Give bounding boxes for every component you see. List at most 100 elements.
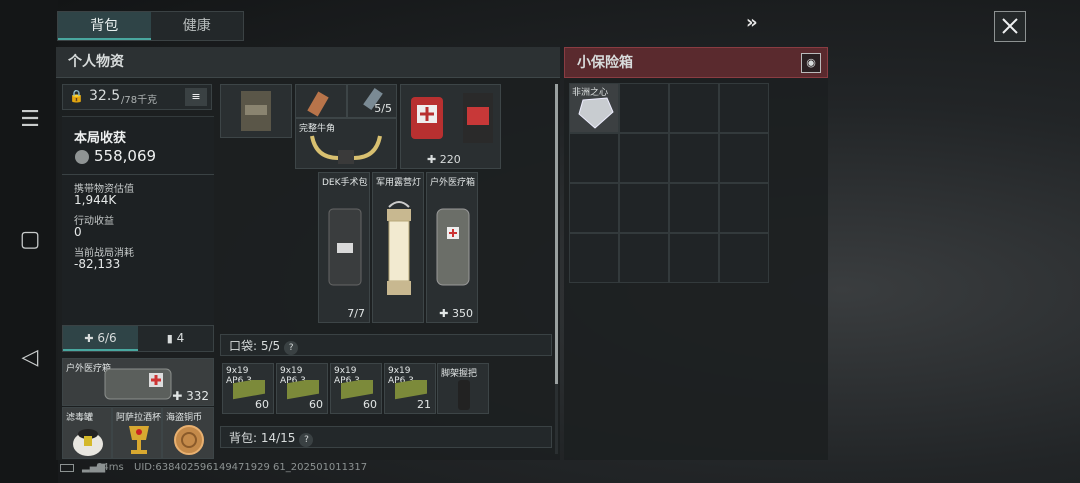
cup-slot[interactable]: 阿萨拉酒杯 [112, 407, 162, 459]
bull-horn-icon [310, 135, 382, 164]
weight-lock-icon: 🔒 [69, 89, 84, 103]
medpack-slot[interactable]: ✚ 220 [400, 84, 501, 169]
ammo-slot-1[interactable]: 9x19 AP6.3 60 [222, 363, 274, 414]
lamp-slot[interactable]: 军用露营灯 [372, 172, 424, 323]
stat-value-value: 1,944K [74, 193, 117, 207]
small-item-slot-1[interactable] [295, 84, 347, 118]
ammo-slot-3[interactable]: 9x19 AP6.3 60 [330, 363, 382, 414]
safe-slot[interactable] [619, 183, 669, 233]
medical-count: 6/6 [97, 331, 117, 345]
backpack-section-header: 背包: 14/15? [220, 426, 552, 448]
backpack-help-icon[interactable]: ? [299, 433, 314, 447]
ammo-name: 9x19 [280, 366, 303, 376]
medbox-slot-bottom[interactable]: 户外医疗箱 ✚ 332 [62, 358, 214, 406]
pocket-section-header: 口袋: 5/5? [220, 334, 552, 356]
personal-title: 个人物资 [68, 54, 124, 70]
safe-slot[interactable] [619, 133, 669, 183]
inventory-scrollbar[interactable] [555, 84, 558, 454]
ammo-slot-4[interactable]: 9x19 AP6.3 21 [384, 363, 436, 414]
ammo-count: 60 [255, 398, 269, 411]
filter-canister-icon [73, 429, 103, 456]
expand-icon[interactable]: » [746, 12, 758, 33]
bottom-tabs: ✚ 6/6 ▮ 4 [62, 325, 214, 352]
safe-slot[interactable] [669, 133, 719, 183]
location-pin-button[interactable]: ◉ [801, 53, 821, 73]
lamp-name: 军用露营灯 [376, 178, 422, 188]
back-icon[interactable]: ◁ [18, 346, 42, 370]
filter-slot[interactable]: 滤毒罐 [62, 407, 112, 459]
medbox-slot[interactable]: 户外医疗箱 ✚ 350 [426, 172, 478, 323]
safe-slot[interactable] [719, 183, 769, 233]
menu-icon[interactable]: ☰ [18, 108, 42, 132]
grip-slot[interactable]: 脚架握把 [437, 363, 489, 414]
dek-slot[interactable]: DEK手术包 7/7 [318, 172, 370, 323]
tab-medical[interactable]: ✚ 6/6 [63, 326, 138, 351]
tactical-vest-icon [241, 91, 271, 131]
stat-value-income: 0 [74, 225, 82, 239]
safe-slot[interactable] [669, 233, 719, 283]
pirate-coin-icon [174, 425, 204, 455]
top-tabs: 背包 健康 [57, 11, 244, 41]
weight-max: /78千克 [121, 95, 158, 106]
safe-slot[interactable] [619, 83, 669, 133]
safe-slot-heart[interactable]: 非洲之心 [569, 83, 619, 133]
loot-amount: 558,069 [94, 147, 157, 165]
small-item-slot-2[interactable]: 5/5 [347, 84, 397, 118]
item-count: 5/5 [374, 102, 392, 115]
status-bar: ▂▄▆ 64ms UID:638402596149471929 61_20250… [58, 461, 558, 477]
safe-slot[interactable] [719, 83, 769, 133]
close-icon [1002, 18, 1018, 34]
safe-slot[interactable] [569, 233, 619, 283]
backpack-label: 背包: 14/15 [229, 431, 296, 445]
pocket-help-icon[interactable]: ? [284, 341, 299, 355]
medbox-count: 332 [186, 389, 209, 403]
container-count: 4 [176, 331, 185, 345]
medbox2-name: 户外医疗箱 [430, 178, 476, 188]
ammo-count: 60 [363, 398, 377, 411]
ammo-slot-2[interactable]: 9x19 AP6.3 60 [276, 363, 328, 414]
stat-value-cost: -82,133 [74, 257, 121, 271]
loot-title: 本局收获 [74, 131, 127, 146]
ammo-count: 60 [309, 398, 323, 411]
safe-title: 小保险箱 [577, 55, 633, 71]
safe-slot[interactable] [569, 183, 619, 233]
safe-slot[interactable] [719, 133, 769, 183]
medkit-icon: ✚ [84, 332, 94, 345]
item-roll-icon [307, 91, 329, 117]
home-icon[interactable]: ▢ [18, 228, 42, 252]
safe-grid: 非洲之心 [569, 83, 769, 283]
safe-slot[interactable] [669, 83, 719, 133]
loot-summary: 本局收获 558,069 携带物资估值 1,944K 行动收益 0 当前战局消耗… [62, 116, 214, 326]
plus-icon: ✚ [439, 307, 449, 320]
safe-header: 小保险箱 ◉ [564, 47, 828, 78]
weight-row: 🔒 32.5 /78千克 ≡ [62, 84, 212, 110]
camping-lamp-icon [387, 201, 411, 295]
list-view-button[interactable]: ≡ [185, 88, 207, 106]
safe-slot[interactable] [569, 133, 619, 183]
safe-slot[interactable] [719, 233, 769, 283]
goblet-icon [129, 426, 149, 454]
tab-health[interactable]: 健康 [151, 12, 244, 40]
red-medkit-icon [411, 97, 443, 139]
tab-backpack[interactable]: 背包 [58, 12, 151, 40]
ammo-name: 9x19 [388, 366, 411, 376]
close-button[interactable] [994, 11, 1026, 42]
safe-slot[interactable] [669, 183, 719, 233]
location-pin-icon: ◉ [806, 56, 816, 69]
personal-header: 个人物资 [56, 47, 560, 78]
ping-value: 64ms [96, 462, 124, 473]
coin-slot[interactable]: 海盗铜币 [162, 407, 214, 459]
medbox-icon [104, 368, 172, 400]
ammo-name: 9x19 [334, 366, 357, 376]
dek-count: 7/7 [347, 307, 365, 320]
safe-slot[interactable] [619, 233, 669, 283]
vest-slot[interactable] [220, 84, 292, 138]
plus-icon: ✚ [427, 153, 437, 166]
battery-icon [60, 464, 74, 472]
dek-name: DEK手术包 [322, 178, 368, 188]
ammo-count: 21 [417, 398, 431, 411]
tab-container[interactable]: ▮ 4 [138, 326, 213, 351]
horn-slot[interactable]: 完整牛角 [295, 118, 397, 169]
weight-value: 32.5 [89, 88, 121, 104]
outdoor-medbox-icon [436, 208, 470, 286]
